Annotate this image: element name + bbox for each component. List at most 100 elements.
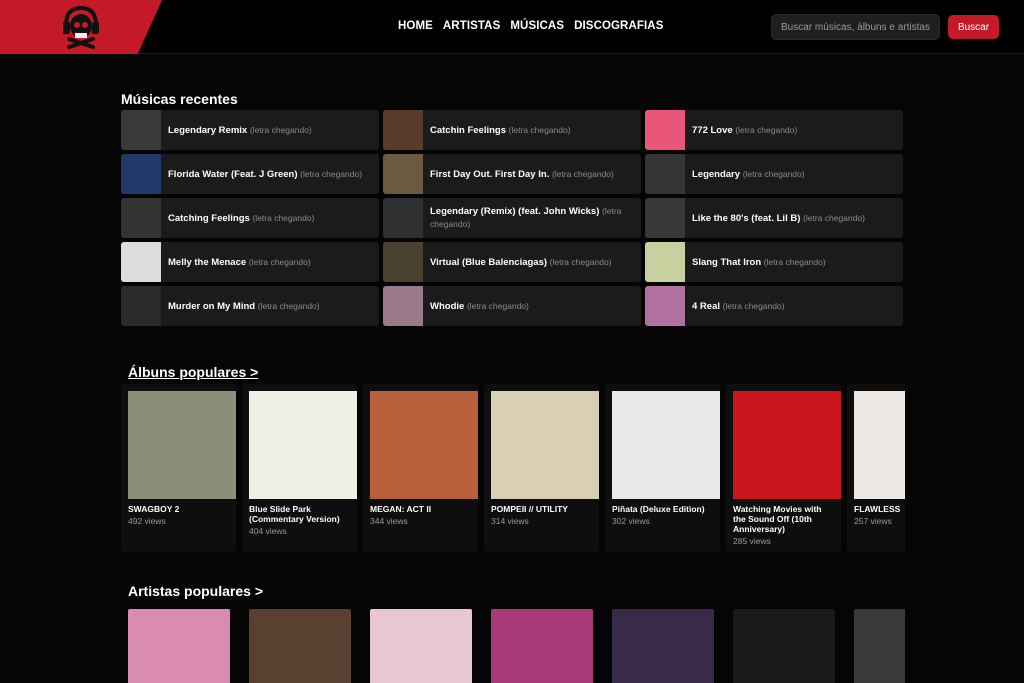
skull-headphones-logo-icon[interactable] [62, 5, 100, 49]
popular-artists-list [128, 609, 905, 683]
song-cover [121, 242, 161, 282]
song-item[interactable]: Catchin Feelings (letra chegando) [383, 110, 641, 150]
song-text: Melly the Menace (letra chegando) [161, 256, 317, 269]
album-card[interactable]: MEGAN: ACT II 344 views [363, 384, 478, 552]
song-cover [645, 110, 685, 150]
album-art [249, 391, 357, 499]
artist-photo[interactable] [612, 609, 714, 683]
song-title: Virtual (Blue Balenciagas) [430, 256, 548, 268]
album-art [612, 391, 720, 499]
song-cover [645, 198, 685, 238]
album-name: FLAWLESS [854, 504, 901, 514]
song-item[interactable]: Virtual (Blue Balenciagas) (letra chegan… [383, 242, 641, 282]
album-views: 344 views [370, 516, 408, 526]
album-card[interactable]: Piñata (Deluxe Edition) 302 views [605, 384, 720, 552]
song-text: Murder on My Mind (letra chegando) [161, 300, 326, 313]
song-title: Melly the Menace [168, 256, 247, 268]
song-item[interactable]: Whodie (letra chegando) [383, 286, 641, 326]
song-title: Legendary (Remix) (feat. John Wicks) [430, 206, 600, 217]
lyrics-status: (letra chegando) [549, 256, 612, 267]
song-text: Whodie (letra chegando) [423, 300, 535, 313]
album-name: MEGAN: ACT II [370, 504, 432, 514]
album-card[interactable]: POMPEII // UTILITY 314 views [484, 384, 599, 552]
search-input[interactable] [771, 14, 940, 40]
song-text: Like the 80's (feat. Lil B) (letra chega… [685, 212, 871, 225]
nav-home[interactable]: HOME [398, 20, 433, 32]
lyrics-status: (letra chegando) [722, 300, 785, 311]
album-name: POMPEII // UTILITY [491, 504, 568, 514]
album-views: 492 views [128, 516, 166, 526]
popular-artists-title[interactable]: Artistas populares > [128, 583, 263, 599]
song-text: 4 Real (letra chegando) [685, 300, 791, 313]
album-card[interactable]: SWAGBOY 2 492 views [121, 384, 236, 552]
song-item[interactable]: Catching Feelings (letra chegando) [121, 198, 379, 238]
song-title: Catchin Feelings [430, 124, 507, 136]
nav-discografias[interactable]: DISCOGRAFIAS [574, 20, 663, 32]
lyrics-status: (letra chegando) [248, 256, 311, 267]
artist-photo[interactable] [491, 609, 593, 683]
song-item[interactable]: Slang That Iron (letra chegando) [645, 242, 903, 282]
song-text: Florida Water (Feat. J Green) (letra che… [161, 168, 368, 181]
song-title: 4 Real [692, 300, 720, 312]
song-item[interactable]: Like the 80's (feat. Lil B) (letra chega… [645, 198, 903, 238]
song-item[interactable]: Legendary (Remix) (feat. John Wicks) (le… [383, 198, 641, 238]
song-cover [121, 198, 161, 238]
song-item[interactable]: Legendary Remix (letra chegando) [121, 110, 379, 150]
lyrics-status: (letra chegando) [257, 300, 320, 311]
album-art [854, 391, 905, 499]
song-cover [121, 110, 161, 150]
song-item[interactable]: Florida Water (Feat. J Green) (letra che… [121, 154, 379, 194]
lyrics-status: (letra chegando) [300, 168, 363, 179]
song-text: Catchin Feelings (letra chegando) [423, 124, 577, 137]
song-cover [383, 198, 423, 238]
album-art [733, 391, 841, 499]
song-text: First Day Out. First Day In. (letra cheg… [423, 168, 620, 181]
song-text: 772 Love (letra chegando) [685, 124, 803, 137]
album-name: SWAGBOY 2 [128, 504, 180, 514]
album-views: 285 views [733, 536, 771, 546]
song-item[interactable]: 4 Real (letra chegando) [645, 286, 903, 326]
song-item[interactable]: First Day Out. First Day In. (letra cheg… [383, 154, 641, 194]
artist-photo[interactable] [249, 609, 351, 683]
artist-photo[interactable] [733, 609, 835, 683]
song-text: Slang That Iron (letra chegando) [685, 256, 832, 269]
song-text: Virtual (Blue Balenciagas) (letra chegan… [423, 256, 618, 269]
song-item[interactable]: 772 Love (letra chegando) [645, 110, 903, 150]
album-views: 404 views [249, 526, 287, 536]
nav-artistas[interactable]: ARTISTAS [443, 20, 500, 32]
nav-musicas[interactable]: MÚSICAS [510, 20, 564, 32]
album-name: Blue Slide Park (Commentary Version) [249, 504, 340, 524]
album-views: 302 views [612, 516, 650, 526]
song-cover [383, 286, 423, 326]
search-button[interactable]: Buscar [948, 15, 999, 39]
song-text: Legendary (letra chegando) [685, 168, 811, 181]
song-cover [121, 154, 161, 194]
song-title: 772 Love [692, 124, 733, 136]
song-item[interactable]: Murder on My Mind (letra chegando) [121, 286, 379, 326]
song-cover [121, 286, 161, 326]
album-name: Watching Movies with the Sound Off (10th… [733, 504, 822, 534]
song-cover [383, 242, 423, 282]
album-card[interactable]: Watching Movies with the Sound Off (10th… [726, 384, 841, 552]
song-cover [645, 242, 685, 282]
lyrics-status: (letra chegando) [508, 124, 571, 135]
lyrics-status: (letra chegando) [466, 300, 529, 311]
artist-photo[interactable] [370, 609, 472, 683]
lyrics-status: (letra chegando) [252, 212, 315, 223]
artist-photo[interactable] [854, 609, 905, 683]
recent-songs-title: Músicas recentes [121, 91, 238, 107]
song-item[interactable]: Legendary (letra chegando) [645, 154, 903, 194]
lyrics-status: (letra chegando) [249, 124, 312, 135]
album-card[interactable]: FLAWLESS 257 views [847, 384, 905, 552]
song-title: Legendary Remix [168, 124, 248, 136]
album-card[interactable]: Blue Slide Park (Commentary Version) 404 … [242, 384, 357, 552]
album-art [491, 391, 599, 499]
lyrics-status: (letra chegando) [735, 124, 798, 135]
song-title: Murder on My Mind [168, 300, 256, 312]
album-name: Piñata (Deluxe Edition) [612, 504, 705, 514]
lyrics-status: (letra chegando) [803, 212, 865, 223]
popular-albums-title[interactable]: Álbuns populares > [128, 364, 258, 380]
song-cover [645, 286, 685, 326]
artist-photo[interactable] [128, 609, 230, 683]
song-item[interactable]: Melly the Menace (letra chegando) [121, 242, 379, 282]
